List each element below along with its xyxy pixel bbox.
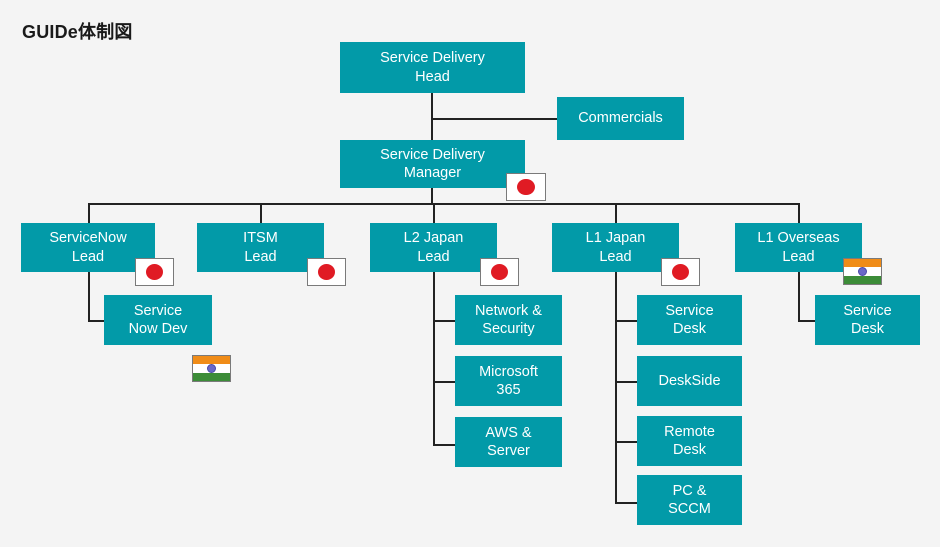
- connector-l2-japan-to-microsoft-365: [433, 381, 457, 383]
- org-chart-canvas: GUIDe体制図 Service Delivery Head Commercia…: [0, 0, 940, 547]
- node-itsm-lead[interactable]: ITSM Lead: [197, 223, 324, 272]
- connector-l1-japan-to-remote-desk: [615, 441, 639, 443]
- india-flag-green-band: [193, 372, 230, 381]
- node-service-desk-overseas[interactable]: Service Desk: [815, 295, 920, 345]
- india-flag-icon: [192, 355, 231, 382]
- connector-l2-japan-to-aws-server: [433, 444, 457, 446]
- connector-servicenow-lead-spine: [88, 272, 90, 322]
- connector-bus-to-l2-japan-lead: [433, 203, 435, 223]
- node-aws-and-server[interactable]: AWS & Server: [455, 417, 562, 467]
- connector-l2-japan-to-network-security: [433, 320, 457, 322]
- connector-head-to-manager: [431, 93, 433, 140]
- connector-l1-japan-to-pc-sccm: [615, 502, 639, 504]
- node-microsoft-365[interactable]: Microsoft 365: [455, 356, 562, 406]
- page-title: GUIDe体制図: [22, 22, 133, 42]
- node-l2-japan-lead[interactable]: L2 Japan Lead: [370, 223, 497, 272]
- japan-flag-icon: [506, 173, 546, 201]
- india-flag-green-band: [844, 275, 881, 284]
- connector-bus-to-l1-japan-lead: [615, 203, 617, 223]
- connector-bus-to-l1-overseas-lead: [798, 203, 800, 223]
- india-flag-chakra: [858, 267, 867, 276]
- node-service-desk-japan[interactable]: Service Desk: [637, 295, 742, 345]
- node-commercials[interactable]: Commercials: [557, 97, 684, 140]
- node-remote-desk[interactable]: Remote Desk: [637, 416, 742, 466]
- japan-flag-disc: [517, 178, 535, 196]
- connector-l1-japan-to-deskside: [615, 381, 639, 383]
- connector-bus-to-itsm-lead: [260, 203, 262, 223]
- node-network-and-security[interactable]: Network & Security: [455, 295, 562, 345]
- connector-bus-to-servicenow-lead: [88, 203, 90, 223]
- node-service-now-dev[interactable]: Service Now Dev: [104, 295, 212, 345]
- india-flag-chakra: [207, 364, 216, 373]
- japan-flag-icon: [135, 258, 174, 286]
- node-service-delivery-manager[interactable]: Service Delivery Manager: [340, 140, 525, 188]
- japan-flag-disc: [145, 263, 163, 281]
- node-l1-japan-lead[interactable]: L1 Japan Lead: [552, 223, 679, 272]
- connector-l1-overseas-spine: [798, 272, 800, 322]
- japan-flag-icon: [480, 258, 519, 286]
- connector-manager-to-bus: [431, 188, 433, 204]
- india-flag-icon: [843, 258, 882, 285]
- connector-level2-bus: [88, 203, 800, 205]
- connector-l1-japan-spine: [615, 272, 617, 504]
- japan-flag-icon: [661, 258, 700, 286]
- japan-flag-disc: [671, 263, 689, 281]
- japan-flag-icon: [307, 258, 346, 286]
- connector-l2-japan-spine: [433, 272, 435, 446]
- connector-head-to-commercials: [431, 118, 557, 120]
- node-pc-and-sccm[interactable]: PC & SCCM: [637, 475, 742, 525]
- node-deskside[interactable]: DeskSide: [637, 356, 742, 406]
- japan-flag-disc: [490, 263, 508, 281]
- japan-flag-disc: [317, 263, 335, 281]
- node-service-delivery-head[interactable]: Service Delivery Head: [340, 42, 525, 93]
- connector-l1-japan-to-service-desk: [615, 320, 639, 322]
